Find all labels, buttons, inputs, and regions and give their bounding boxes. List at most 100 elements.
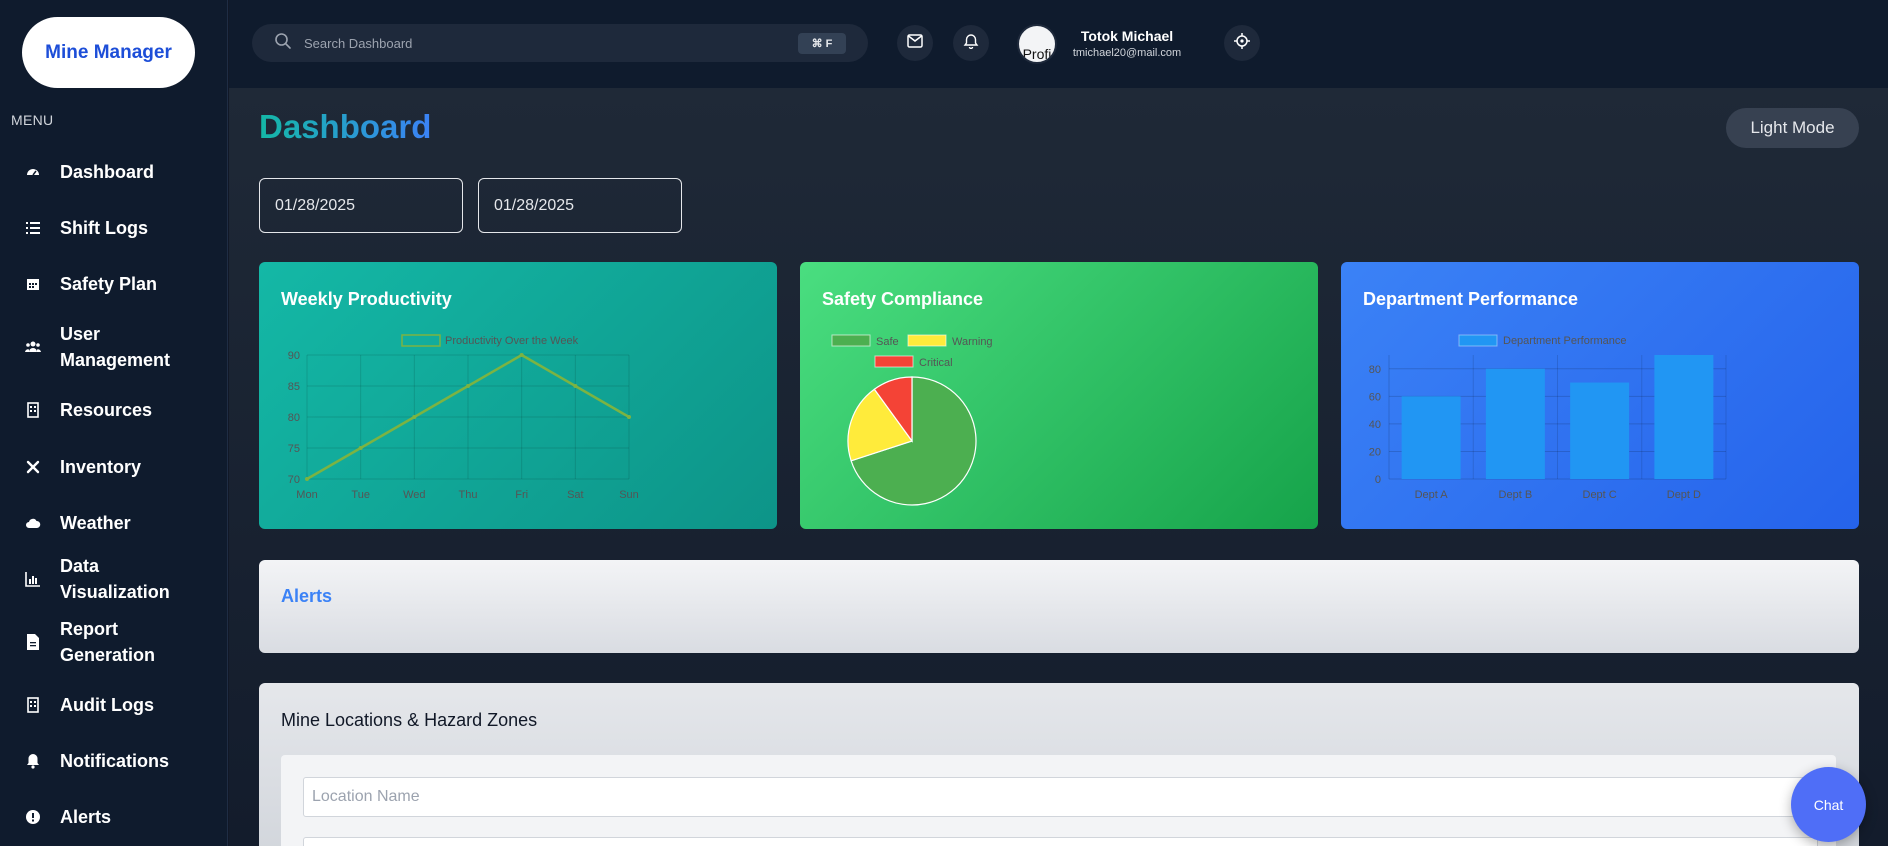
legend-swatch [874, 355, 914, 368]
y-tick-label: 80 [1369, 364, 1381, 376]
bar [1570, 382, 1630, 479]
bar [1485, 368, 1545, 479]
safety-compliance-card: Safety Compliance Safe Warning Critical [800, 262, 1318, 529]
y-tick-label: 0 [1375, 474, 1381, 486]
sidebar-item-label: Alerts [60, 807, 112, 827]
x-tick-label: Dept B [1499, 489, 1533, 501]
avatar-alt-text: Profi [1022, 46, 1052, 62]
sidebar-item-shift-logs[interactable]: Shift Logs [0, 200, 228, 256]
bar [1401, 396, 1461, 479]
sidebar-item-notifications[interactable]: Notifications [0, 733, 228, 789]
data-point [573, 384, 578, 388]
sidebar-item-inventory[interactable]: Inventory [0, 438, 228, 495]
y-tick-label: 80 [288, 412, 300, 424]
brand-logo[interactable]: Mine Manager [22, 17, 195, 88]
start-date-input[interactable] [259, 178, 463, 233]
y-tick-label: 85 [288, 381, 300, 393]
sidebar-item-label: Audit Logs [60, 695, 154, 715]
sidebar-item-audit-logs[interactable]: Audit Logs [0, 677, 228, 733]
bell-icon [963, 33, 979, 54]
locate-button[interactable] [1224, 25, 1260, 61]
page-title: Dashboard [259, 108, 432, 145]
sidebar-item-resources[interactable]: Resources [0, 382, 228, 438]
tools-icon [24, 458, 42, 476]
sidebar-item-dashboard[interactable]: Dashboard [0, 144, 228, 200]
alerts-panel: Alerts [259, 560, 1859, 653]
file-icon [24, 633, 42, 651]
x-tick-label: Sat [567, 489, 584, 501]
search-input[interactable]: Search Dashboard [304, 36, 412, 51]
search-shortcut-badge: ⌘ F [798, 33, 846, 54]
map-title: Mine Locations & Hazard Zones [281, 710, 538, 730]
data-point [412, 415, 417, 419]
sidebar-item-label: User Management [60, 324, 171, 370]
cloud-icon [24, 514, 42, 532]
avatar[interactable]: Profi [1017, 24, 1057, 64]
bar [1654, 355, 1714, 479]
x-tick-label: Sun [619, 489, 639, 501]
x-tick-label: Dept C [1583, 489, 1617, 501]
chat-label: Chat [1813, 796, 1844, 813]
weekly-productivity-card: Weekly Productivity Productivity Over th… [259, 262, 777, 529]
data-point [305, 477, 309, 481]
pie-chart: Safe Warning Critical [831, 334, 993, 506]
building-icon [24, 696, 42, 714]
y-tick-label: 40 [1369, 419, 1381, 431]
data-point [358, 446, 363, 450]
building-icon [24, 401, 42, 419]
sidebar: Mine Manager MENU Dashboard Shift Logs S… [0, 0, 228, 846]
sidebar-item-weather[interactable]: Weather [0, 495, 228, 551]
legend-swatch [401, 334, 441, 347]
x-tick-label: Thu [459, 489, 478, 501]
chart-icon [24, 570, 42, 588]
data-point [466, 384, 470, 388]
mail-button[interactable] [897, 25, 933, 61]
sidebar-item-safety-plan[interactable]: Safety Plan [0, 256, 228, 312]
sidebar-item-label: Safety Plan [60, 274, 158, 294]
y-tick-label: 75 [288, 443, 300, 455]
sidebar-item-label: Data Visualization [60, 556, 170, 602]
search-icon [274, 32, 292, 55]
x-tick-label: Mon [296, 489, 317, 501]
legend-swatch [1458, 334, 1498, 347]
legend-label: Safe [876, 336, 899, 348]
sidebar-item-label: Weather [60, 513, 131, 533]
sidebar-item-user-management[interactable]: User Management [0, 312, 228, 382]
user-name: Totok Michael [1080, 28, 1174, 44]
search-bar[interactable]: Search Dashboard ⌘ F [252, 24, 868, 62]
legend-swatch [907, 334, 947, 347]
sidebar-item-label: Notifications [60, 751, 170, 771]
data-point [627, 415, 631, 419]
topbar: Search Dashboard ⌘ F Profi Totok Michael… [229, 0, 1888, 88]
user-email: tmichael20@mail.com [1072, 47, 1182, 59]
gauge-icon [24, 163, 42, 181]
sidebar-item-label: Resources [60, 400, 153, 420]
line-chart: Productivity Over the Week 70 75 80 85 90 Mon T… [288, 334, 639, 501]
light-mode-button[interactable]: Light Mode [1726, 108, 1859, 148]
legend-label: Productivity Over the Week [445, 335, 579, 347]
legend-swatch [831, 334, 871, 347]
x-tick-label: Dept A [1415, 489, 1449, 501]
notification-button[interactable] [953, 25, 989, 61]
y-tick-label: 90 [288, 350, 300, 362]
x-tick-label: Tue [351, 489, 370, 501]
end-date-input[interactable] [478, 178, 682, 233]
location-form [281, 755, 1836, 846]
department-performance-card: Department Performance Department Perfor… [1341, 262, 1859, 529]
chat-button[interactable]: Chat [1791, 767, 1866, 842]
sidebar-item-alerts[interactable]: Alerts [0, 789, 228, 845]
menu-label: MENU [11, 112, 54, 128]
main-content: Dashboard Light Mode Weekly Productivity… [229, 88, 1888, 846]
location-name-input[interactable] [303, 777, 1818, 817]
sidebar-item-label: Shift Logs [60, 218, 148, 238]
sidebar-item-data-visualization[interactable]: Data Visualization [0, 551, 228, 607]
legend-label: Critical [919, 357, 953, 369]
data-point [519, 353, 524, 357]
location-secondary-input[interactable] [303, 837, 1818, 846]
bell-icon [24, 752, 42, 770]
users-icon [24, 338, 42, 356]
sidebar-nav: Dashboard Shift Logs Safety Plan User Ma… [0, 144, 228, 845]
sidebar-item-label: Inventory [60, 456, 142, 477]
sidebar-item-report-generation[interactable]: Report Generation [0, 607, 228, 677]
alerts-title: Alerts [281, 586, 333, 606]
